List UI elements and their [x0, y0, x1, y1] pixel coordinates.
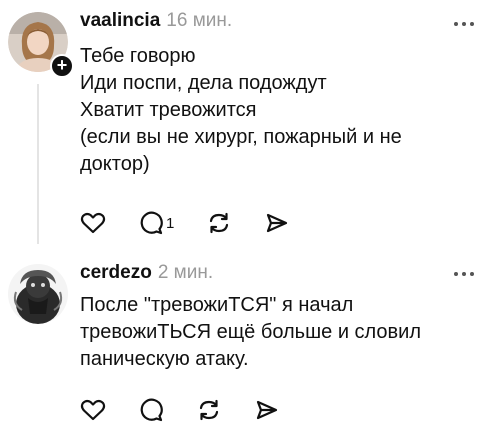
share-button[interactable]	[254, 398, 280, 422]
post: cerdezo 2 мин. После "тревожиТСЯ" я нача…	[0, 258, 500, 438]
text-line: После "тревожиТСЯ" я начал	[80, 294, 354, 316]
post: + vaalincia 16 мин. Тебе говорю Иди посп…	[0, 0, 500, 258]
like-button[interactable]	[80, 211, 106, 235]
repost-button[interactable]	[196, 397, 222, 423]
avatar[interactable]: +	[8, 12, 74, 78]
post-text: Тебе говорю Иди поспи, дела подождут Хва…	[80, 43, 480, 178]
action-bar: 1	[80, 208, 322, 238]
send-icon	[256, 400, 278, 420]
heart-icon	[80, 399, 106, 421]
like-button[interactable]	[80, 398, 106, 422]
avatar-image	[8, 264, 68, 324]
more-icon[interactable]	[454, 22, 474, 28]
repost-icon	[199, 399, 219, 421]
share-button[interactable]	[264, 211, 290, 235]
send-icon	[267, 213, 288, 233]
avatar[interactable]	[8, 264, 68, 324]
text-line: (если вы не хирург, пожарный и не	[80, 126, 402, 148]
repost-icon	[210, 212, 229, 234]
post-text: После "тревожиТСЯ" я начал тревожиТЬСЯ е…	[80, 292, 480, 373]
text-line: Хватит тревожится	[80, 99, 257, 121]
text-line: доктор)	[80, 153, 150, 175]
timestamp: 16 мин.	[166, 10, 233, 31]
follow-badge[interactable]: +	[50, 54, 74, 78]
reply-button[interactable]	[138, 397, 164, 423]
comment-icon	[140, 398, 163, 422]
post-header: cerdezo 2 мин.	[80, 262, 213, 286]
comment-icon	[140, 211, 163, 235]
reply-button[interactable]: 1	[138, 210, 174, 236]
repost-button[interactable]	[206, 210, 232, 236]
text-line: Тебе говорю	[80, 45, 196, 67]
text-line: паническую атаку.	[80, 348, 249, 370]
more-icon[interactable]	[454, 272, 474, 278]
thread-line	[37, 84, 39, 244]
reply-count: 1	[166, 214, 175, 232]
post-header: vaalincia 16 мин.	[80, 10, 232, 34]
username[interactable]: vaalincia	[80, 10, 160, 32]
heart-icon	[80, 212, 106, 234]
text-line: Иди поспи, дела подождут	[80, 72, 327, 94]
timestamp: 2 мин.	[157, 262, 214, 283]
action-bar	[80, 395, 312, 425]
text-line: тревожиТЬСЯ ещё больше и словил	[80, 321, 422, 343]
username[interactable]: cerdezo	[80, 262, 152, 284]
